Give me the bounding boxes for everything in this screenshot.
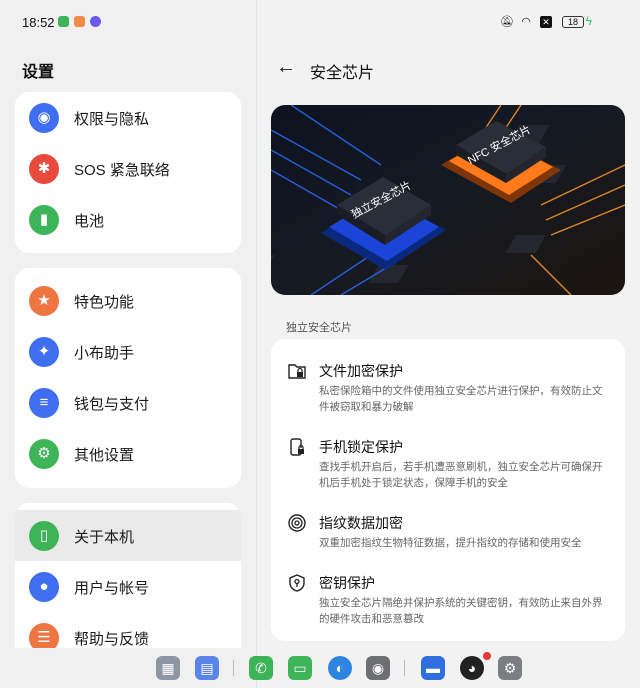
fingerprint-icon — [288, 514, 306, 532]
folder-lock-icon — [288, 364, 306, 379]
settings-item-label: 特色功能 — [74, 294, 135, 311]
section-header: 独立安全芯片 — [286, 322, 352, 334]
settings-list-panel: 设置 ◉ 权限与隐私 ✱ SOS 紧急联络 ▮ 电池 ★ 特色功能 ✦ 小布助手… — [0, 0, 256, 688]
settings-item-other[interactable]: ⚙ 其他设置 — [15, 428, 241, 479]
settings-item-sos[interactable]: ✱ SOS 紧急联络 — [15, 143, 241, 194]
settings-item-assistant[interactable]: ✦ 小布助手 — [15, 326, 241, 377]
phone-icon: ▯ — [29, 521, 59, 551]
qq-app-icon[interactable]: ◕ — [460, 656, 484, 680]
privacy-icon: ◉ — [29, 103, 59, 133]
settings-item-battery[interactable]: ▮ 电池 — [15, 194, 241, 245]
charging-icon: ϟ — [585, 14, 592, 28]
phone-lock-icon — [290, 438, 304, 456]
phone-app-icon[interactable]: ✆ — [249, 656, 273, 680]
page-title: 安全芯片 — [310, 65, 375, 82]
app-drawer-icon[interactable]: ▦ — [156, 656, 180, 680]
settings-item-label: 小布助手 — [74, 345, 135, 362]
status-time: 18:52 — [22, 15, 55, 30]
feature-name: 文件加密保护 — [319, 363, 403, 379]
feature-phone-lock: 手机锁定保护 查找手机开启后，若手机遭恶意刷机，独立安全芯片可确保开机后手机处于… — [271, 435, 625, 495]
feature-description: 私密保险箱中的文件使用独立安全芯片进行保护，有效防止文件被窃取和暴力破解 — [319, 385, 603, 413]
messages-app-icon[interactable]: ▭ — [288, 656, 312, 680]
settings-item-label: 用户与帐号 — [74, 580, 150, 597]
dock-separator — [233, 660, 234, 676]
status-bar: 18:52 🔕︎ ◠ ✕ 18 ϟ — [0, 0, 640, 44]
settings-item-wallet[interactable]: ≡ 钱包与支付 — [15, 377, 241, 428]
chip-illustration: 独立安全芯片 NFC 安全芯片 — [271, 105, 625, 295]
settings-item-label: 钱包与支付 — [74, 396, 150, 413]
settings-item-label: 帮助与反馈 — [74, 631, 150, 648]
settings-item-label: 权限与隐私 — [74, 111, 150, 128]
feature-description: 独立安全芯片隔绝并保护系统的关键密钥，有效防止来自外界的硬件攻击和恶意篡改 — [319, 597, 603, 625]
help-icon: ☰ — [29, 623, 59, 648]
star-icon: ★ — [29, 286, 59, 316]
dock-separator — [404, 660, 405, 676]
battery-indicator: 18 — [562, 16, 584, 28]
settings-group-1: ◉ 权限与隐私 ✱ SOS 紧急联络 ▮ 电池 — [15, 92, 241, 253]
gear-icon: ⚙ — [29, 439, 59, 469]
camera-app-icon[interactable]: ◉ — [366, 656, 390, 680]
feature-fingerprint: 指纹数据加密 双重加密指纹生物特征数据，提升指纹的存储和使用安全 — [271, 511, 625, 555]
wallet-icon: ≡ — [29, 388, 59, 418]
settings-item-label: 其他设置 — [74, 447, 135, 464]
settings-item-privacy[interactable]: ◉ 权限与隐私 — [15, 92, 241, 143]
status-right-icons: 🔕︎ ◠ ✕ — [500, 16, 552, 28]
settings-app-icon[interactable]: ⚙ — [498, 656, 522, 680]
feature-key-protection: 密钥保护 独立安全芯片隔绝并保护系统的关键密钥，有效防止来自外界的硬件攻击和恶意… — [271, 571, 625, 631]
settings-group-3: ▯ 关于本机 ● 用户与帐号 ☰ 帮助与反馈 — [15, 503, 241, 648]
feature-name: 指纹数据加密 — [319, 515, 403, 531]
settings-item-features[interactable]: ★ 特色功能 — [15, 275, 241, 326]
notification-badge — [483, 652, 491, 660]
files-app-icon[interactable]: ▤ — [195, 656, 219, 680]
feature-name: 手机锁定保护 — [319, 439, 403, 455]
key-shield-icon — [289, 574, 305, 592]
assistant-icon: ✦ — [29, 337, 59, 367]
feature-file-encryption: 文件加密保护 私密保险箱中的文件使用独立安全芯片进行保护，有效防止文件被窃取和暴… — [271, 359, 625, 419]
settings-item-about[interactable]: ▯ 关于本机 — [15, 510, 241, 561]
settings-item-label: 电池 — [74, 213, 105, 230]
feature-description: 双重加密指纹生物特征数据，提升指纹的存储和使用安全 — [319, 537, 582, 549]
settings-group-2: ★ 特色功能 ✦ 小布助手 ≡ 钱包与支付 ⚙ 其他设置 — [15, 268, 241, 488]
sos-icon: ✱ — [29, 154, 59, 184]
settings-item-help[interactable]: ☰ 帮助与反馈 — [15, 612, 241, 648]
features-card: 文件加密保护 私密保险箱中的文件使用独立安全芯片进行保护，有效防止文件被窃取和暴… — [271, 339, 625, 641]
feature-name: 密钥保护 — [319, 575, 375, 591]
settings-item-label: 关于本机 — [74, 529, 135, 546]
sim-icon: ✕ — [540, 16, 552, 28]
folder-app-icon[interactable]: ▬ — [421, 656, 445, 680]
settings-title: 设置 — [22, 64, 55, 81]
settings-item-account[interactable]: ● 用户与帐号 — [15, 561, 241, 612]
notification-icon-3 — [90, 16, 101, 27]
wifi-icon: ◠ — [521, 16, 531, 28]
feature-description: 查找手机开启后，若手机遭恶意刷机，独立安全芯片可确保开机后手机处于锁定状态，保障… — [319, 461, 603, 489]
back-arrow-icon[interactable]: ← — [276, 56, 296, 79]
browser-app-icon[interactable]: ◐ — [328, 656, 352, 680]
detail-panel: ← 安全芯片 独立安全芯片 NFC 安全芯片 独立安全芯片 文件加密保护 私密保… — [257, 0, 640, 688]
settings-item-label: SOS 紧急联络 — [74, 162, 170, 179]
battery-icon: ▮ — [29, 205, 59, 235]
notification-icon-2 — [74, 16, 85, 27]
user-icon: ● — [29, 572, 59, 602]
security-chip-banner: 独立安全芯片 NFC 安全芯片 — [271, 105, 625, 295]
notification-icon-1 — [58, 16, 69, 27]
mute-icon: 🔕︎ — [500, 16, 514, 28]
